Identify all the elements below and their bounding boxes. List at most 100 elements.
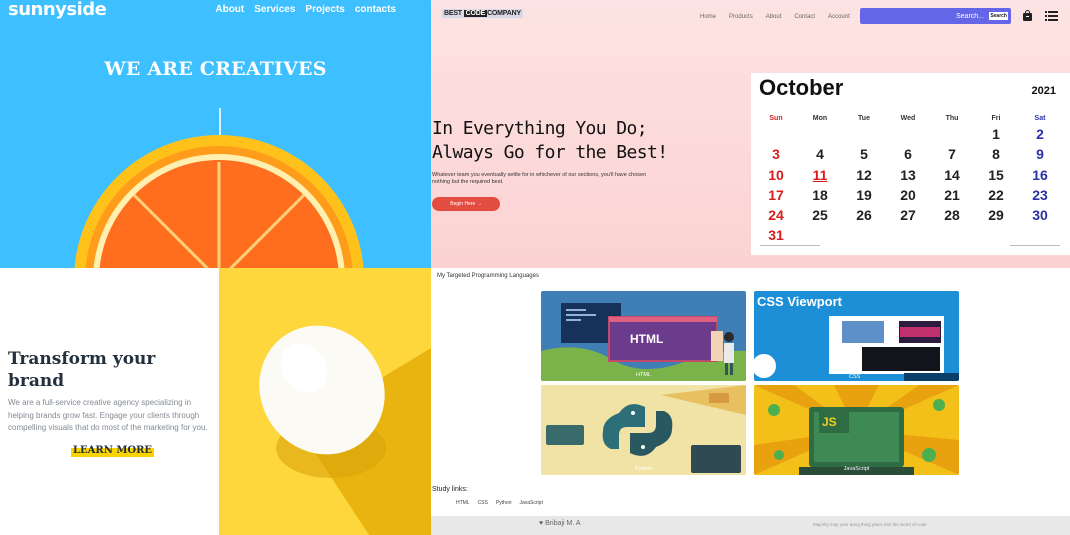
lang-card-css[interactable]: CSS Viewport CSS — [754, 291, 959, 381]
calendar-day[interactable]: 15 — [974, 165, 1018, 185]
search-input[interactable] — [864, 11, 984, 21]
nav-link-projects[interactable]: Projects — [305, 4, 344, 15]
hero-headline: WE ARE CREATIVES — [104, 58, 327, 80]
calendar-day[interactable]: 24 — [754, 205, 798, 225]
calendar-day[interactable]: 11 — [798, 165, 842, 185]
calendar-day[interactable]: 9 — [1018, 144, 1062, 164]
sunnyside-logo[interactable]: sunnyside — [8, 0, 107, 20]
study-links-list: HTML CSS Python JavaScript — [456, 500, 543, 506]
calendar-day[interactable]: 14 — [930, 165, 974, 185]
learn-more-link[interactable]: LEARN MORE — [71, 444, 155, 457]
calendar-day[interactable]: 29 — [974, 205, 1018, 225]
calendar-widget: October 2021 Sun Mon Tue Wed Thu Fri Sat… — [751, 73, 1070, 255]
calendar-day[interactable]: 21 — [930, 185, 974, 205]
weekday-wed: Wed — [900, 115, 916, 122]
lang-label-python: Python — [634, 466, 653, 472]
weekday-sat: Sat — [1034, 115, 1046, 122]
nav-link-contact[interactable]: Contact — [794, 14, 815, 20]
sunnyside-navbar: sunnyside About Services Projects contac… — [8, 0, 418, 22]
calendar-day[interactable]: 16 — [1018, 165, 1062, 185]
calendar-day[interactable]: 26 — [842, 205, 886, 225]
calendar-day[interactable]: 17 — [754, 185, 798, 205]
lang-label-css: CSS — [849, 374, 861, 380]
egg-image — [219, 268, 431, 535]
nav-link-home[interactable]: Home — [700, 14, 716, 20]
bestcode-navbar: Home Products About Contact Account — [700, 14, 850, 20]
calendar-day[interactable]: 2 — [1018, 124, 1062, 144]
calendar-footer-rule — [760, 245, 1060, 246]
css-card-heading: CSS Viewport — [757, 294, 843, 309]
list-menu-icon[interactable] — [1045, 10, 1058, 21]
lang-card-javascript[interactable]: JS JavaScript — [754, 385, 959, 475]
calendar-year: 2021 — [1031, 85, 1056, 97]
calendar-day[interactable]: 6 — [886, 144, 930, 164]
calendar-day[interactable]: 8 — [974, 144, 1018, 164]
transform-description: We are a full-service creative agency sp… — [8, 398, 208, 432]
study-link-css[interactable]: CSS — [478, 500, 488, 506]
logo-text-company: COMPANY — [487, 10, 521, 17]
footer-note: Majority may your dang thing place into … — [813, 522, 927, 527]
calendar-empty-cell — [842, 124, 886, 144]
weekday-fri: Fri — [991, 115, 1001, 122]
calendar-empty-cell — [798, 124, 842, 144]
nav-link-products[interactable]: Products — [729, 14, 753, 20]
egg-image-panel — [219, 268, 431, 535]
calendar-day[interactable]: 7 — [930, 144, 974, 164]
search-bar: Search — [860, 8, 1011, 24]
bag-icon[interactable] — [1022, 10, 1033, 21]
calendar-day[interactable]: 13 — [886, 165, 930, 185]
logo-text-code: CODE — [463, 10, 488, 17]
weekday-thu: Thu — [945, 115, 959, 122]
calendar-day[interactable]: 28 — [930, 205, 974, 225]
transform-section: Transform your brand We are a full-servi… — [0, 268, 219, 535]
begin-here-button[interactable]: Begin Here → — [432, 197, 500, 211]
calendar-day[interactable]: 1 — [974, 124, 1018, 144]
calendar-day[interactable]: 18 — [798, 185, 842, 205]
calendar-day[interactable]: 3 — [754, 144, 798, 164]
calendar-day[interactable]: 25 — [798, 205, 842, 225]
calendar-day[interactable]: 22 — [974, 185, 1018, 205]
calendar-day[interactable]: 19 — [842, 185, 886, 205]
lang-card-html[interactable]: HTML HTML — [541, 291, 746, 381]
study-link-python[interactable]: Python — [496, 500, 512, 506]
weekday-sun: Sun — [769, 115, 783, 122]
calendar-day[interactable]: 27 — [886, 205, 930, 225]
study-links-title: Study links: — [432, 486, 468, 493]
js-card-heading: JS — [822, 415, 837, 429]
bestcode-logo[interactable]: BEST CODE COMPANY — [442, 9, 523, 18]
collage: sunnyside About Services Projects contac… — [0, 0, 1070, 535]
javascript-illustration — [754, 385, 959, 475]
orange-half-image — [74, 135, 364, 268]
bestcode-subtext: Whatever team you eventually settle for … — [432, 172, 647, 185]
calendar-day[interactable]: 31 — [754, 225, 798, 245]
nav-link-contacts[interactable]: contacts — [355, 4, 396, 15]
calendar-day[interactable]: 20 — [886, 185, 930, 205]
lang-card-python[interactable]: Python — [541, 385, 746, 475]
heading-line-2: Always Go for the Best! — [432, 142, 668, 163]
calendar-days-grid: 1 2 3 4 5 6 7 8 9 10 11 12 13 14 15 16 17 18 19 20 21 22 23 24 2… — [754, 124, 1062, 246]
page-footer: ♥ Bribaji M. A Majority may your dang th… — [431, 516, 1070, 535]
calendar-day[interactable]: 10 — [754, 165, 798, 185]
search-button[interactable]: Search — [989, 12, 1008, 20]
lang-label-html: HTML — [636, 372, 651, 378]
calendar-day[interactable]: 12 — [842, 165, 886, 185]
calendar-day[interactable]: 30 — [1018, 205, 1062, 225]
calendar-empty-cell — [886, 124, 930, 144]
nav-link-about[interactable]: About — [215, 4, 244, 15]
nav-link-account[interactable]: Account — [828, 14, 850, 20]
calendar-day[interactable]: 4 — [798, 144, 842, 164]
languages-title: My Targeted Programming Languages — [437, 273, 539, 279]
calendar-weekday-header: Sun Mon Tue Wed Thu Fri Sat — [754, 115, 1062, 122]
python-illustration — [541, 385, 746, 475]
footer-author-name: Bribaji M. A — [545, 520, 581, 527]
bestcode-hero: BEST CODE COMPANY Home Products About Con… — [431, 0, 1070, 268]
nav-link-about[interactable]: About — [766, 14, 782, 20]
calendar-day[interactable]: 23 — [1018, 185, 1062, 205]
weekday-mon: Mon — [812, 115, 828, 122]
bestcode-heading: In Everything You Do; Always Go for the … — [432, 117, 668, 165]
study-link-javascript[interactable]: JavaScript — [519, 500, 542, 506]
calendar-day[interactable]: 5 — [842, 144, 886, 164]
calendar-month: October — [759, 75, 844, 100]
nav-link-services[interactable]: Services — [254, 4, 295, 15]
study-link-html[interactable]: HTML — [456, 500, 470, 506]
